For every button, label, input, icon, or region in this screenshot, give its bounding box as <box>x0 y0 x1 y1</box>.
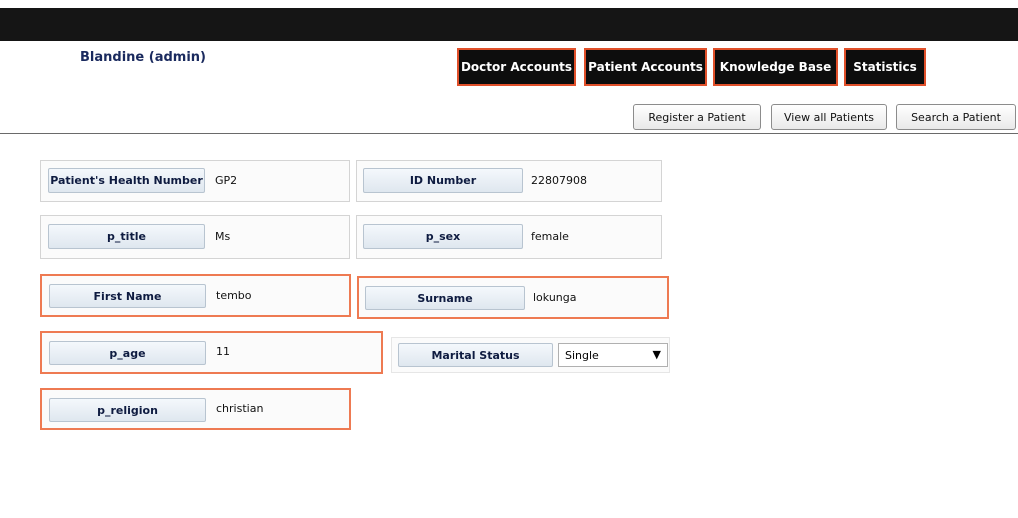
first-name-value[interactable]: tembo <box>216 289 252 302</box>
sex-field: p_sex female <box>356 215 662 259</box>
header-divider <box>0 133 1018 134</box>
surname-label: Surname <box>365 286 525 310</box>
nav-doctor-accounts[interactable]: Doctor Accounts <box>457 48 576 86</box>
top-bar <box>0 8 1018 41</box>
health-number-field: Patient's Health Number GP2 <box>40 160 350 202</box>
sex-value[interactable]: female <box>531 230 569 243</box>
marital-status-selected: Single <box>565 348 599 362</box>
age-label: p_age <box>49 341 206 365</box>
view-all-patients-button[interactable]: View all Patients <box>771 104 887 130</box>
first-name-label: First Name <box>49 284 206 308</box>
age-field: p_age 11 <box>40 331 383 374</box>
current-user: Blandine (admin) <box>80 50 206 65</box>
id-number-value[interactable]: 22807908 <box>531 174 587 187</box>
religion-field: p_religion christian <box>40 388 351 430</box>
first-name-field: First Name tembo <box>40 274 351 317</box>
health-number-label: Patient's Health Number <box>48 168 205 193</box>
age-value[interactable]: 11 <box>216 345 230 358</box>
id-number-field: ID Number 22807908 <box>356 160 662 202</box>
health-number-value[interactable]: GP2 <box>215 174 237 187</box>
title-value[interactable]: Ms <box>215 230 230 243</box>
nav-patient-accounts[interactable]: Patient Accounts <box>584 48 707 86</box>
surname-field: Surname lokunga <box>357 276 669 319</box>
surname-value[interactable]: lokunga <box>533 291 576 304</box>
religion-value[interactable]: christian <box>216 402 263 415</box>
search-patient-button[interactable]: Search a Patient <box>896 104 1016 130</box>
title-field: p_title Ms <box>40 215 350 259</box>
register-patient-button[interactable]: Register a Patient <box>633 104 761 130</box>
nav-statistics[interactable]: Statistics <box>844 48 926 86</box>
religion-label: p_religion <box>49 398 206 422</box>
nav-knowledge-base[interactable]: Knowledge Base <box>713 48 838 86</box>
chevron-down-icon: ▼ <box>652 348 661 361</box>
sex-label: p_sex <box>363 224 523 249</box>
id-number-label: ID Number <box>363 168 523 193</box>
title-label: p_title <box>48 224 205 249</box>
marital-status-label: Marital Status <box>398 343 553 367</box>
marital-status-select[interactable]: Single ▼ <box>558 343 668 367</box>
